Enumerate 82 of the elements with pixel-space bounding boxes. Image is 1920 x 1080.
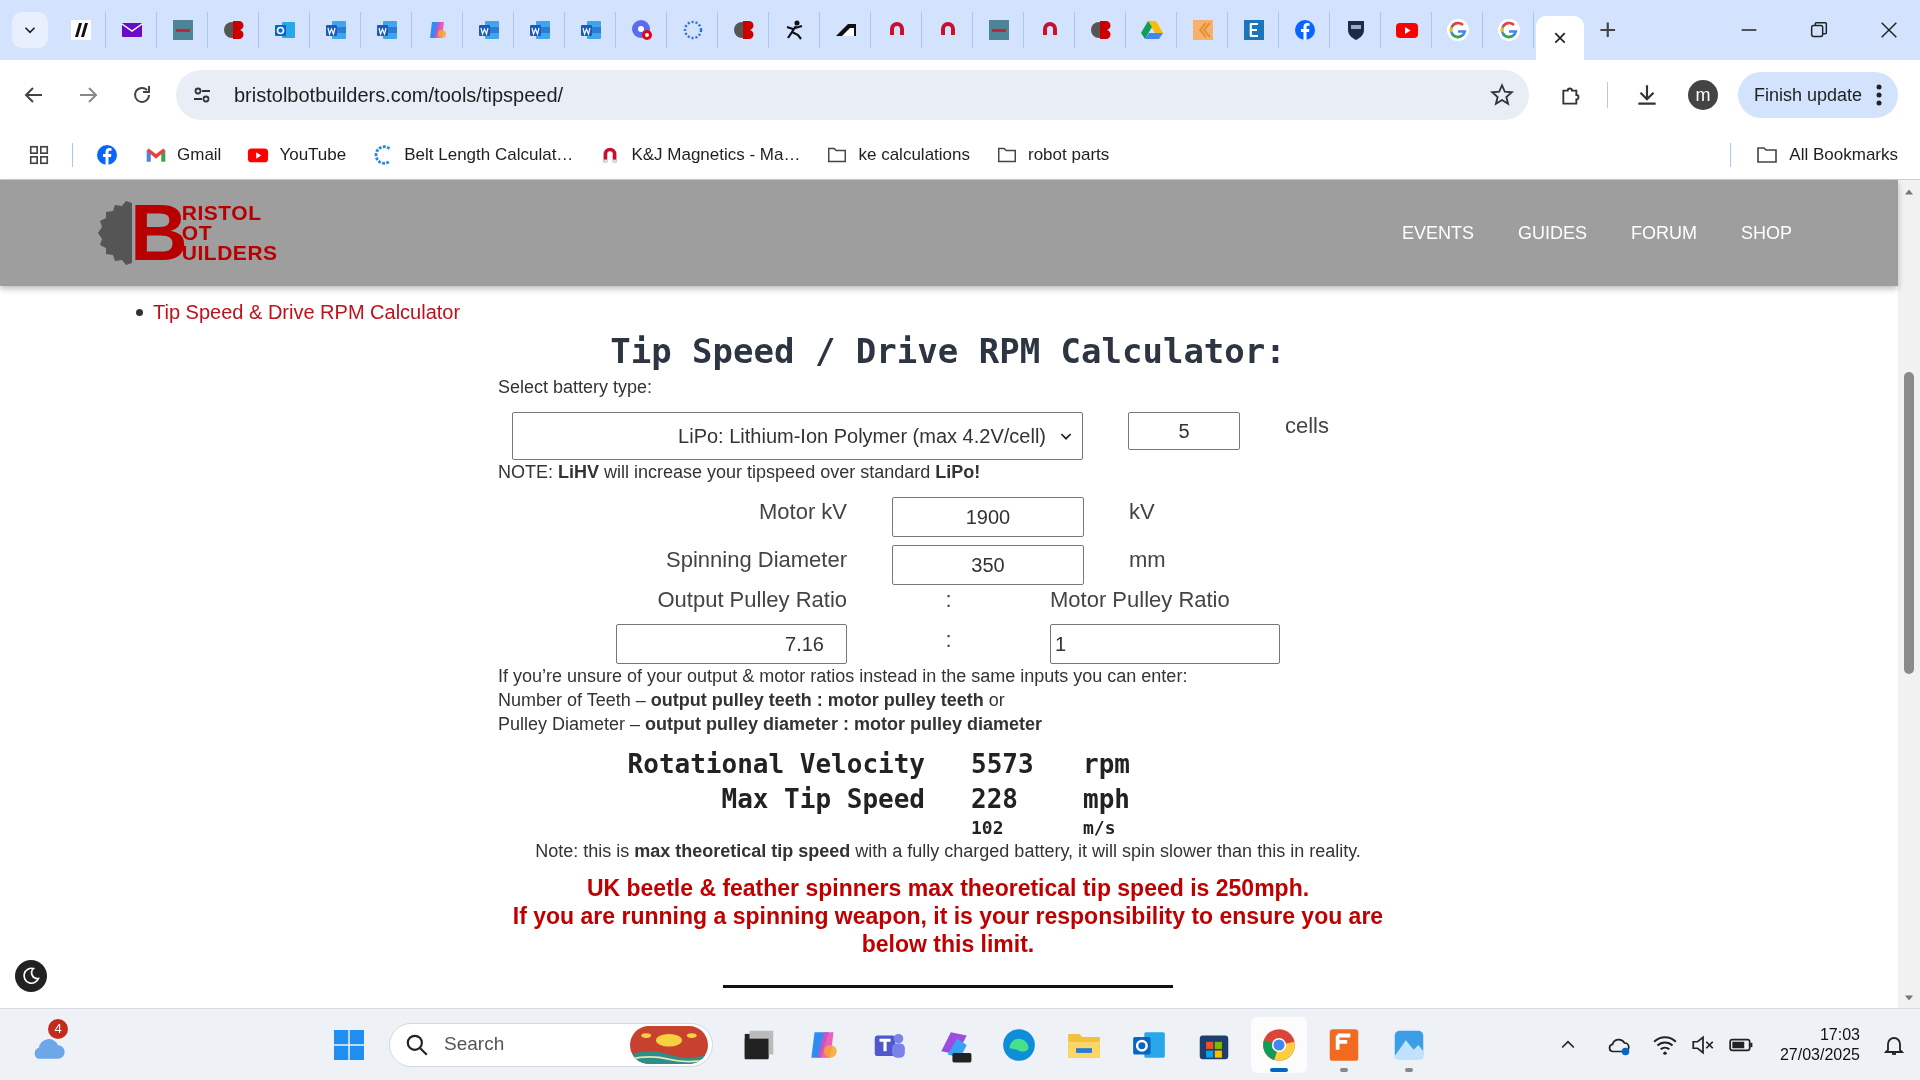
search-field[interactable]: Search [389, 1022, 713, 1067]
result-value: 228 [970, 783, 1019, 816]
browser-tab[interactable]: × [1536, 16, 1584, 60]
field-label: Spinning Diameter [665, 546, 847, 574]
more-icon [1876, 84, 1882, 106]
slash-logo-icon [69, 18, 93, 42]
tile-icon [987, 18, 1011, 42]
warning-text: If you are running a spinning weapon, it is your responsibility to ensure you are [512, 902, 1384, 930]
close-icon[interactable] [1878, 19, 1900, 41]
google-icon [1497, 18, 1521, 42]
warning-text: UK beetle & feather spinners max theoretical tip speed is 250mph. [586, 874, 1310, 902]
bookmark-item[interactable]: YouTube [247, 141, 347, 168]
result-unit: m/s [1083, 818, 1117, 838]
cells-input[interactable]: 5 [1128, 412, 1240, 450]
document-icon [324, 18, 348, 42]
bookmark-item[interactable]: Gmail [145, 141, 222, 168]
unit-label: mm [1129, 546, 1167, 574]
circle-icon [630, 18, 654, 42]
gear-logo-icon [1089, 18, 1113, 42]
gear-logo-icon [732, 18, 756, 42]
dark-mode-button[interactable] [15, 960, 47, 992]
document-icon [375, 18, 399, 42]
apps-grid-icon[interactable] [28, 143, 50, 166]
document-icon [477, 18, 501, 42]
saw-blade-icon [98, 201, 132, 265]
result-value: 102 [970, 818, 1005, 838]
warning-text: below this limit. [861, 930, 1035, 958]
all-bookmarks-button[interactable]: All Bookmarks [1755, 141, 1898, 168]
clock[interactable]: 17:03 27/03/2025 [1779, 1024, 1860, 1065]
google-icon [1446, 18, 1470, 42]
sidebar-link[interactable]: Tip Speed & Drive RPM Calculator [153, 297, 461, 327]
result-label: Max Tip Speed [720, 783, 925, 816]
calculator-title: Tip Speed / Drive RPM Calculator: [609, 331, 1287, 371]
tile-icon [171, 18, 195, 42]
result-unit: rpm [1083, 748, 1131, 781]
moon-icon [21, 966, 41, 986]
number-input[interactable]: 1 [1050, 624, 1280, 664]
chevron-tile-icon [1191, 18, 1215, 42]
triangle-icon [1140, 18, 1164, 42]
gear-logo-icon [222, 18, 246, 42]
separator-text: : [944, 626, 953, 654]
scrollbar-thumb[interactable] [1904, 372, 1914, 674]
field-label: Motor kV [757, 498, 847, 526]
finish-update-button[interactable]: Finish update [1737, 72, 1898, 118]
help-text: Number of Teeth – output pulley teeth : motor pulley teeth or [498, 689, 1006, 712]
result-unit: mph [1083, 783, 1131, 816]
close-tab-button[interactable]: × [1553, 26, 1567, 50]
help-text: If you’re unsure of your output & motor ratios instead in the same inputs you can enter: [498, 665, 1189, 688]
bookmark-item[interactable]: Belt Length Calculat… [372, 141, 574, 168]
result-label: Rotational Velocity [626, 748, 925, 781]
disclaimer-text: Note: this is max theoretical tip speed with a fully charged battery, it will spin slower than this in reality. [534, 840, 1362, 863]
address-bar[interactable]: bristolbotbuilders.com/tools/tipspeed/ [176, 70, 1529, 120]
dotted-ring-icon [681, 18, 705, 42]
result-value: 5573 [970, 748, 1035, 781]
field-label: Motor Pulley Ratio [1050, 586, 1231, 614]
battery-type-dropdown[interactable]: LiPo: Lithium-Ion Polymer (max 4.2V/cell) [512, 412, 1083, 460]
number-input[interactable]: 350 [892, 545, 1084, 585]
help-text: Pulley Diameter – output pulley diameter : motor pulley diameter [498, 713, 1044, 736]
bookmark-item[interactable]: ke calculations [826, 141, 970, 168]
document-icon [579, 18, 603, 42]
tile-icon [1242, 18, 1266, 42]
note-text: NOTE: LiHV will increase your tipspeed over standard LiPo! [498, 461, 982, 484]
bookmark-item[interactable]: robot parts [996, 141, 1110, 168]
field-label: Select battery type: [498, 376, 654, 399]
document-icon [528, 18, 552, 42]
profile-avatar[interactable]: m [1688, 80, 1718, 110]
field-label: Output Pulley Ratio [656, 586, 847, 614]
bookmark-star-icon[interactable] [1489, 82, 1515, 108]
url-text: bristolbotbuilders.com/tools/tipspeed/ [234, 83, 564, 108]
number-input[interactable]: 1900 [892, 497, 1084, 537]
logo-text: RISTOL [181, 203, 263, 223]
facebook-icon [1293, 18, 1317, 42]
notification-badge: 4 [48, 1019, 68, 1039]
separator-text: : [944, 586, 953, 614]
scrollbar[interactable] [1898, 180, 1920, 1008]
number-input[interactable]: 7.16 [616, 624, 847, 664]
facebook-icon[interactable] [95, 142, 119, 167]
bullet-icon [136, 308, 143, 316]
new-tab-button[interactable]: + [1599, 15, 1617, 45]
unit-label: cells [1285, 412, 1329, 440]
unit-label: kV [1129, 498, 1156, 526]
bookmark-item[interactable]: K&J Magnetics - Ma… [599, 141, 801, 168]
